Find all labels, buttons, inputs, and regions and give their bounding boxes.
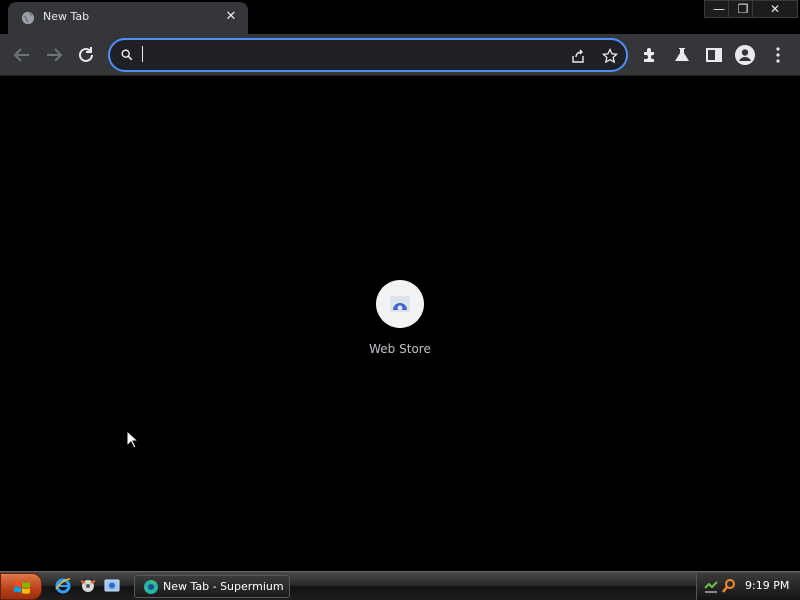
desktop-icon[interactable] xyxy=(103,577,121,595)
taskbar: New Tab - Supermium 9:19 PM xyxy=(0,571,800,600)
shortcut-label: Web Store xyxy=(369,342,431,356)
share-icon[interactable] xyxy=(570,48,586,64)
avatar-icon[interactable] xyxy=(735,45,755,65)
search-icon[interactable] xyxy=(721,578,737,594)
browser-toolbar xyxy=(0,34,800,76)
reload-icon[interactable] xyxy=(74,43,98,67)
puzzle-icon[interactable] xyxy=(640,45,660,65)
mouse-cursor-icon xyxy=(126,430,140,449)
address-input[interactable] xyxy=(146,44,546,66)
supermium-icon xyxy=(144,580,158,594)
shortcut-tile xyxy=(376,280,424,328)
title-bar: New Tab ✕ — ❐ ✕ xyxy=(0,0,800,34)
system-tray: 9:19 PM xyxy=(696,573,800,600)
side-panel-icon[interactable] xyxy=(704,45,724,65)
shortcut-web-store[interactable]: Web Store xyxy=(360,280,440,360)
text-caret xyxy=(142,46,143,62)
globe-icon xyxy=(21,11,35,25)
start-button[interactable] xyxy=(0,573,42,600)
windows-logo-icon xyxy=(14,580,30,594)
network-icon[interactable] xyxy=(703,578,719,594)
flask-icon[interactable] xyxy=(672,45,692,65)
kebab-menu-icon[interactable] xyxy=(768,45,788,65)
tab-new-tab[interactable]: New Tab ✕ xyxy=(8,2,248,34)
web-store-icon xyxy=(390,296,410,312)
star-icon[interactable] xyxy=(602,48,618,64)
search-icon xyxy=(121,49,133,61)
internet-explorer-icon[interactable] xyxy=(54,577,72,595)
omnibox[interactable] xyxy=(108,38,628,72)
close-window-button[interactable]: ✕ xyxy=(752,0,798,18)
tab-title: New Tab xyxy=(43,10,90,23)
tab-close-button[interactable]: ✕ xyxy=(224,10,238,24)
clock: 9:19 PM xyxy=(745,579,790,592)
new-tab-page: Web Store xyxy=(0,77,800,571)
media-icon[interactable] xyxy=(79,577,97,595)
arrow-right-icon[interactable] xyxy=(42,43,66,67)
arrow-left-icon[interactable] xyxy=(10,43,34,67)
taskbar-item-label: New Tab - Supermium xyxy=(163,580,284,593)
taskbar-item-supermium[interactable]: New Tab - Supermium xyxy=(134,575,290,598)
